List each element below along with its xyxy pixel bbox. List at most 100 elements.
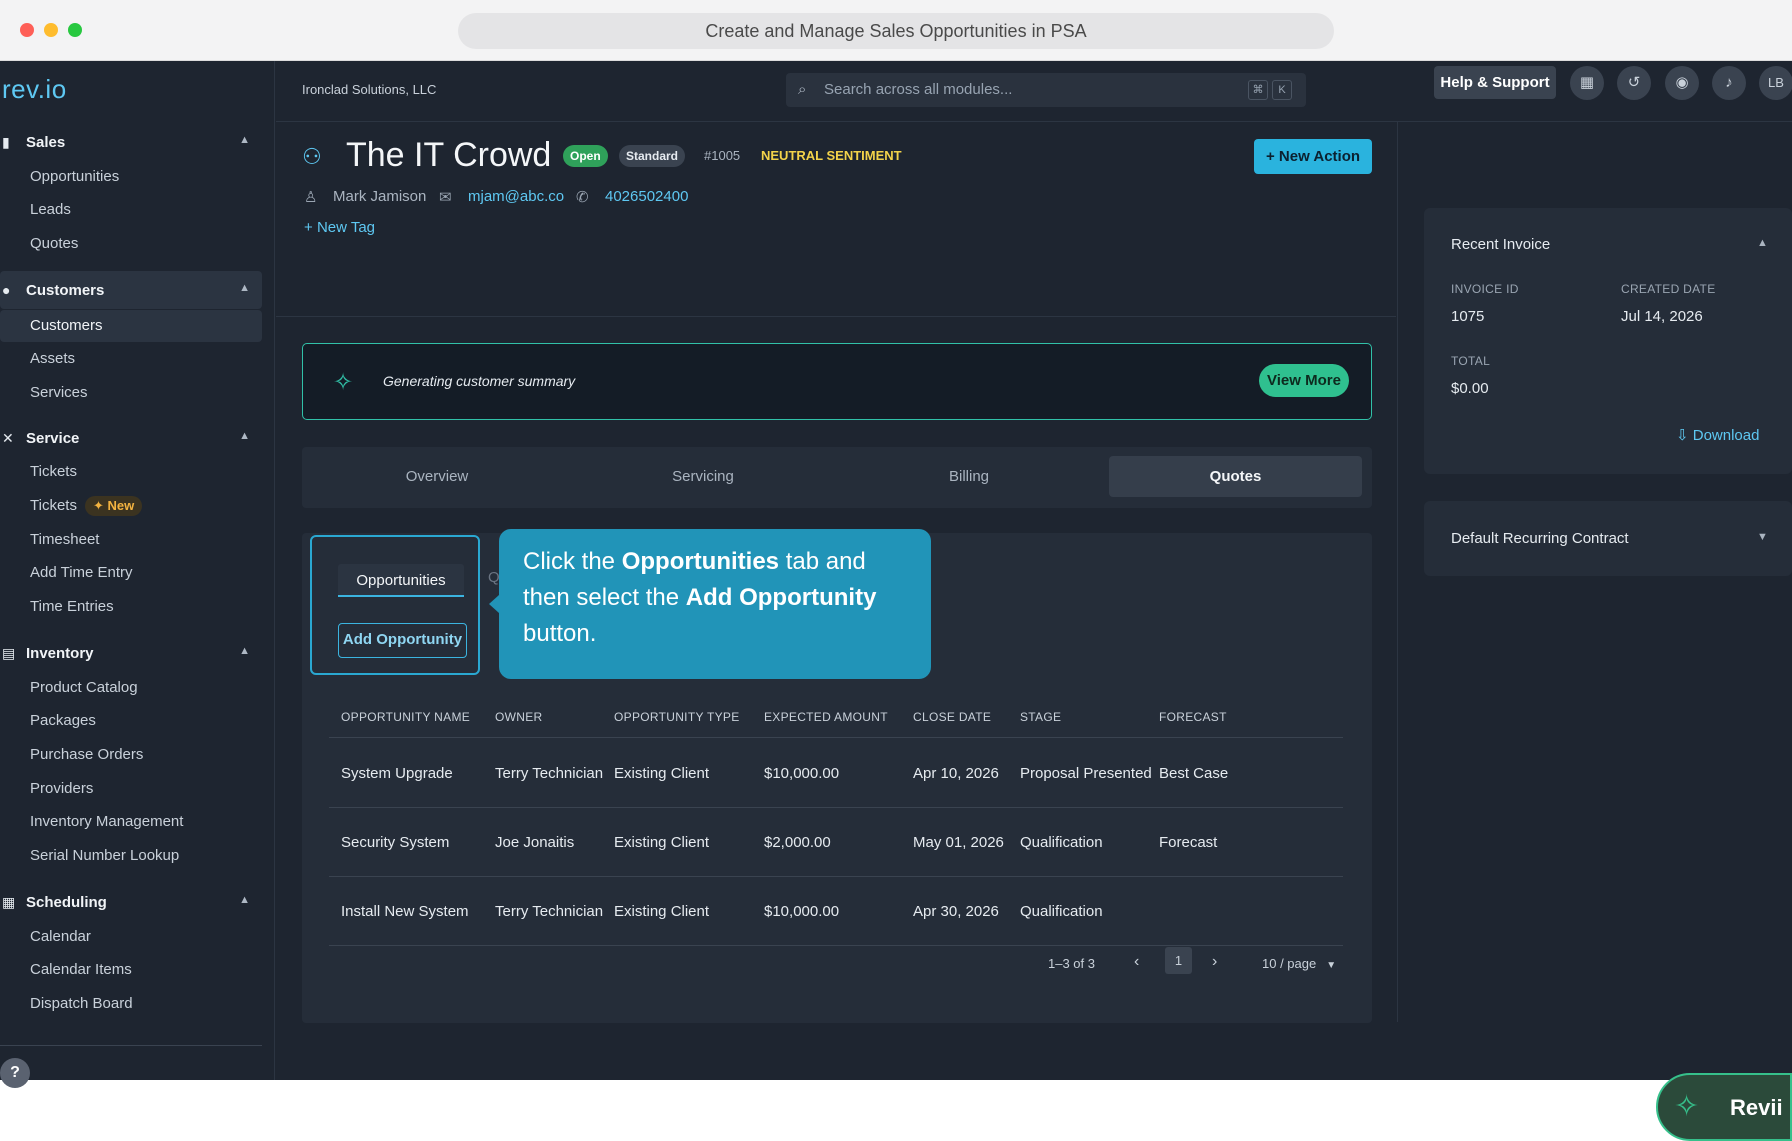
sidebar-item-purchase-orders[interactable]: Purchase Orders [0,739,262,771]
default-recurring-contract-card[interactable]: Default Recurring Contract ▼ [1424,501,1792,576]
sidebar-item-time-entries[interactable]: Time Entries [0,591,262,623]
column-header[interactable]: OPPORTUNITY NAME [341,696,470,738]
next-page-icon[interactable]: › [1212,953,1217,971]
column-header[interactable]: EXPECTED AMOUNT [764,696,888,738]
sidebar-item-providers[interactable]: Providers [0,773,262,805]
users-icon: ● [2,282,11,298]
chevron-down-icon[interactable]: ▼ [1757,531,1768,543]
table-row[interactable]: Security System Joe Jonaitis Existing Cl… [329,808,1343,877]
sidebar-divider [0,1045,262,1046]
chevron-up-icon[interactable]: ▲ [1757,237,1768,249]
revio-logo[interactable]: rev.io [2,74,67,105]
page-number-button[interactable]: 1 [1165,947,1192,974]
minimize-window-button[interactable] [44,23,58,37]
sidebar-item-tickets-new[interactable]: Tickets ✦ New [0,490,262,522]
column-header[interactable]: CLOSE DATE [913,696,991,738]
camera-icon[interactable]: ◉ [1665,66,1699,100]
invoice-id-label: INVOICE ID [1451,282,1519,296]
customer-name: The IT Crowd [346,136,552,174]
column-header[interactable]: FORECAST [1159,696,1227,738]
column-header[interactable]: OWNER [495,696,543,738]
prev-page-icon[interactable]: ‹ [1134,953,1139,971]
global-search-input[interactable]: ⌕ Search across all modules... ⌘ K [786,73,1306,107]
sidebar-section-label: Customers [26,281,105,299]
table-cell: Existing Client [614,765,710,782]
sidebar-section-inventory[interactable]: ▤ Inventory ▲ [0,634,262,672]
sidebar-item-add-time-entry[interactable]: Add Time Entry [0,557,262,589]
k-key-hint: K [1272,80,1292,100]
table-cell: Security System [341,834,450,851]
table-cell: Terry Technician [495,765,604,782]
sidebar-item-inventory-management[interactable]: Inventory Management [0,806,262,838]
table-header: OPPORTUNITY NAME OWNER OPPORTUNITY TYPE … [329,696,1343,738]
table-cell: Existing Client [614,903,710,920]
sidebar: rev.io ▮ Sales ▲ Opportunities Leads Quo… [0,61,275,1080]
new-action-button[interactable]: + New Action [1254,139,1372,174]
chevron-up-icon: ▲ [239,282,250,294]
page-size-select[interactable]: 10 / page ▼ [1262,956,1336,971]
bell-icon[interactable]: ♪ [1712,66,1746,100]
sidebar-section-scheduling[interactable]: ▦ Scheduling ▲ [0,883,262,921]
table-row[interactable]: System Upgrade Terry Technician Existing… [329,739,1343,808]
view-more-button[interactable]: View More [1259,364,1349,397]
sidebar-section-label: Service [26,429,80,447]
search-placeholder: Search across all modules... [824,81,1013,98]
sidebar-item-leads[interactable]: Leads [0,194,262,226]
sidebar-item-customers[interactable]: Customers [0,310,262,342]
sidebar-item-serial-number-lookup[interactable]: Serial Number Lookup [0,840,262,872]
column-header[interactable]: STAGE [1020,696,1061,738]
table-cell: Apr 10, 2026 [913,765,999,782]
close-window-button[interactable] [20,23,34,37]
dashboard-icon[interactable]: ▦ [1570,66,1604,100]
tab-billing[interactable]: Billing [843,456,1095,497]
sidebar-section-service[interactable]: ✕ Service ▲ [0,419,262,457]
subtab-quotes-partial[interactable]: Q [488,569,500,586]
sidebar-item-quotes[interactable]: Quotes [0,228,262,260]
subtab-opportunities[interactable]: Opportunities [338,564,464,597]
created-date-label: CREATED DATE [1621,282,1716,296]
app: rev.io ▮ Sales ▲ Opportunities Leads Quo… [0,61,1792,1141]
sidebar-item-tickets[interactable]: Tickets [0,456,262,488]
summary-text: Generating customer summary [383,373,576,389]
download-button[interactable]: ⇩ Download [1676,426,1759,444]
tab-servicing[interactable]: Servicing [577,456,829,497]
customer-id: #1005 [704,148,741,163]
tab-quotes[interactable]: Quotes [1109,456,1362,497]
sidebar-item-services[interactable]: Services [0,377,262,409]
tab-overview[interactable]: Overview [311,456,563,497]
sidebar-section-customers[interactable]: ● Customers ▲ [0,271,262,309]
sidebar-item-assets[interactable]: Assets [0,343,262,375]
contact-phone-link[interactable]: 4026502400 [605,188,688,205]
sidebar-item-timesheet[interactable]: Timesheet [0,524,262,556]
contact-card-icon: ⚇ [302,144,322,169]
history-icon[interactable]: ↺ [1617,66,1651,100]
sidebar-item-calendar-items[interactable]: Calendar Items [0,954,262,986]
total-label: TOTAL [1451,354,1491,368]
main-content: ⚇ The IT Crowd Open Standard #1005 NEUTR… [276,122,1396,1080]
sidebar-section-sales[interactable]: ▮ Sales ▲ [0,123,262,161]
sidebar-item-packages[interactable]: Packages [0,705,262,737]
contact-email-link[interactable]: mjam@abc.co [468,188,564,205]
add-opportunity-button[interactable]: Add Opportunity [338,623,467,658]
table-cell: Best Case [1159,765,1229,782]
sidebar-item-product-catalog[interactable]: Product Catalog [0,672,262,704]
tooltip-bold: Opportunities [621,548,780,575]
content-divider [1397,122,1398,1022]
column-header[interactable]: OPPORTUNITY TYPE [614,696,740,738]
table-row[interactable]: Install New System Terry Technician Exis… [329,877,1343,946]
sidebar-item-dispatch-board[interactable]: Dispatch Board [0,988,262,1020]
maximize-window-button[interactable] [68,23,82,37]
revii-assistant-button[interactable]: ✧ Revii [1656,1073,1792,1141]
sidebar-item-calendar[interactable]: Calendar [0,921,262,953]
sidebar-item-opportunities[interactable]: Opportunities [0,161,262,193]
sidebar-section-label: Inventory [26,644,94,662]
sidebar-section-label: Sales [26,133,66,151]
user-avatar[interactable]: LB [1759,66,1792,100]
tooltip-text: button. [523,620,597,647]
created-date-value: Jul 14, 2026 [1621,308,1703,325]
help-support-button[interactable]: Help & Support [1434,66,1556,99]
help-question-button[interactable]: ? [0,1058,30,1088]
new-tag-button[interactable]: + New Tag [304,219,375,236]
guide-tooltip: Click the Opportunities tab and then sel… [489,529,931,679]
customer-summary-banner: ✧ Generating customer summary View More [302,343,1372,420]
